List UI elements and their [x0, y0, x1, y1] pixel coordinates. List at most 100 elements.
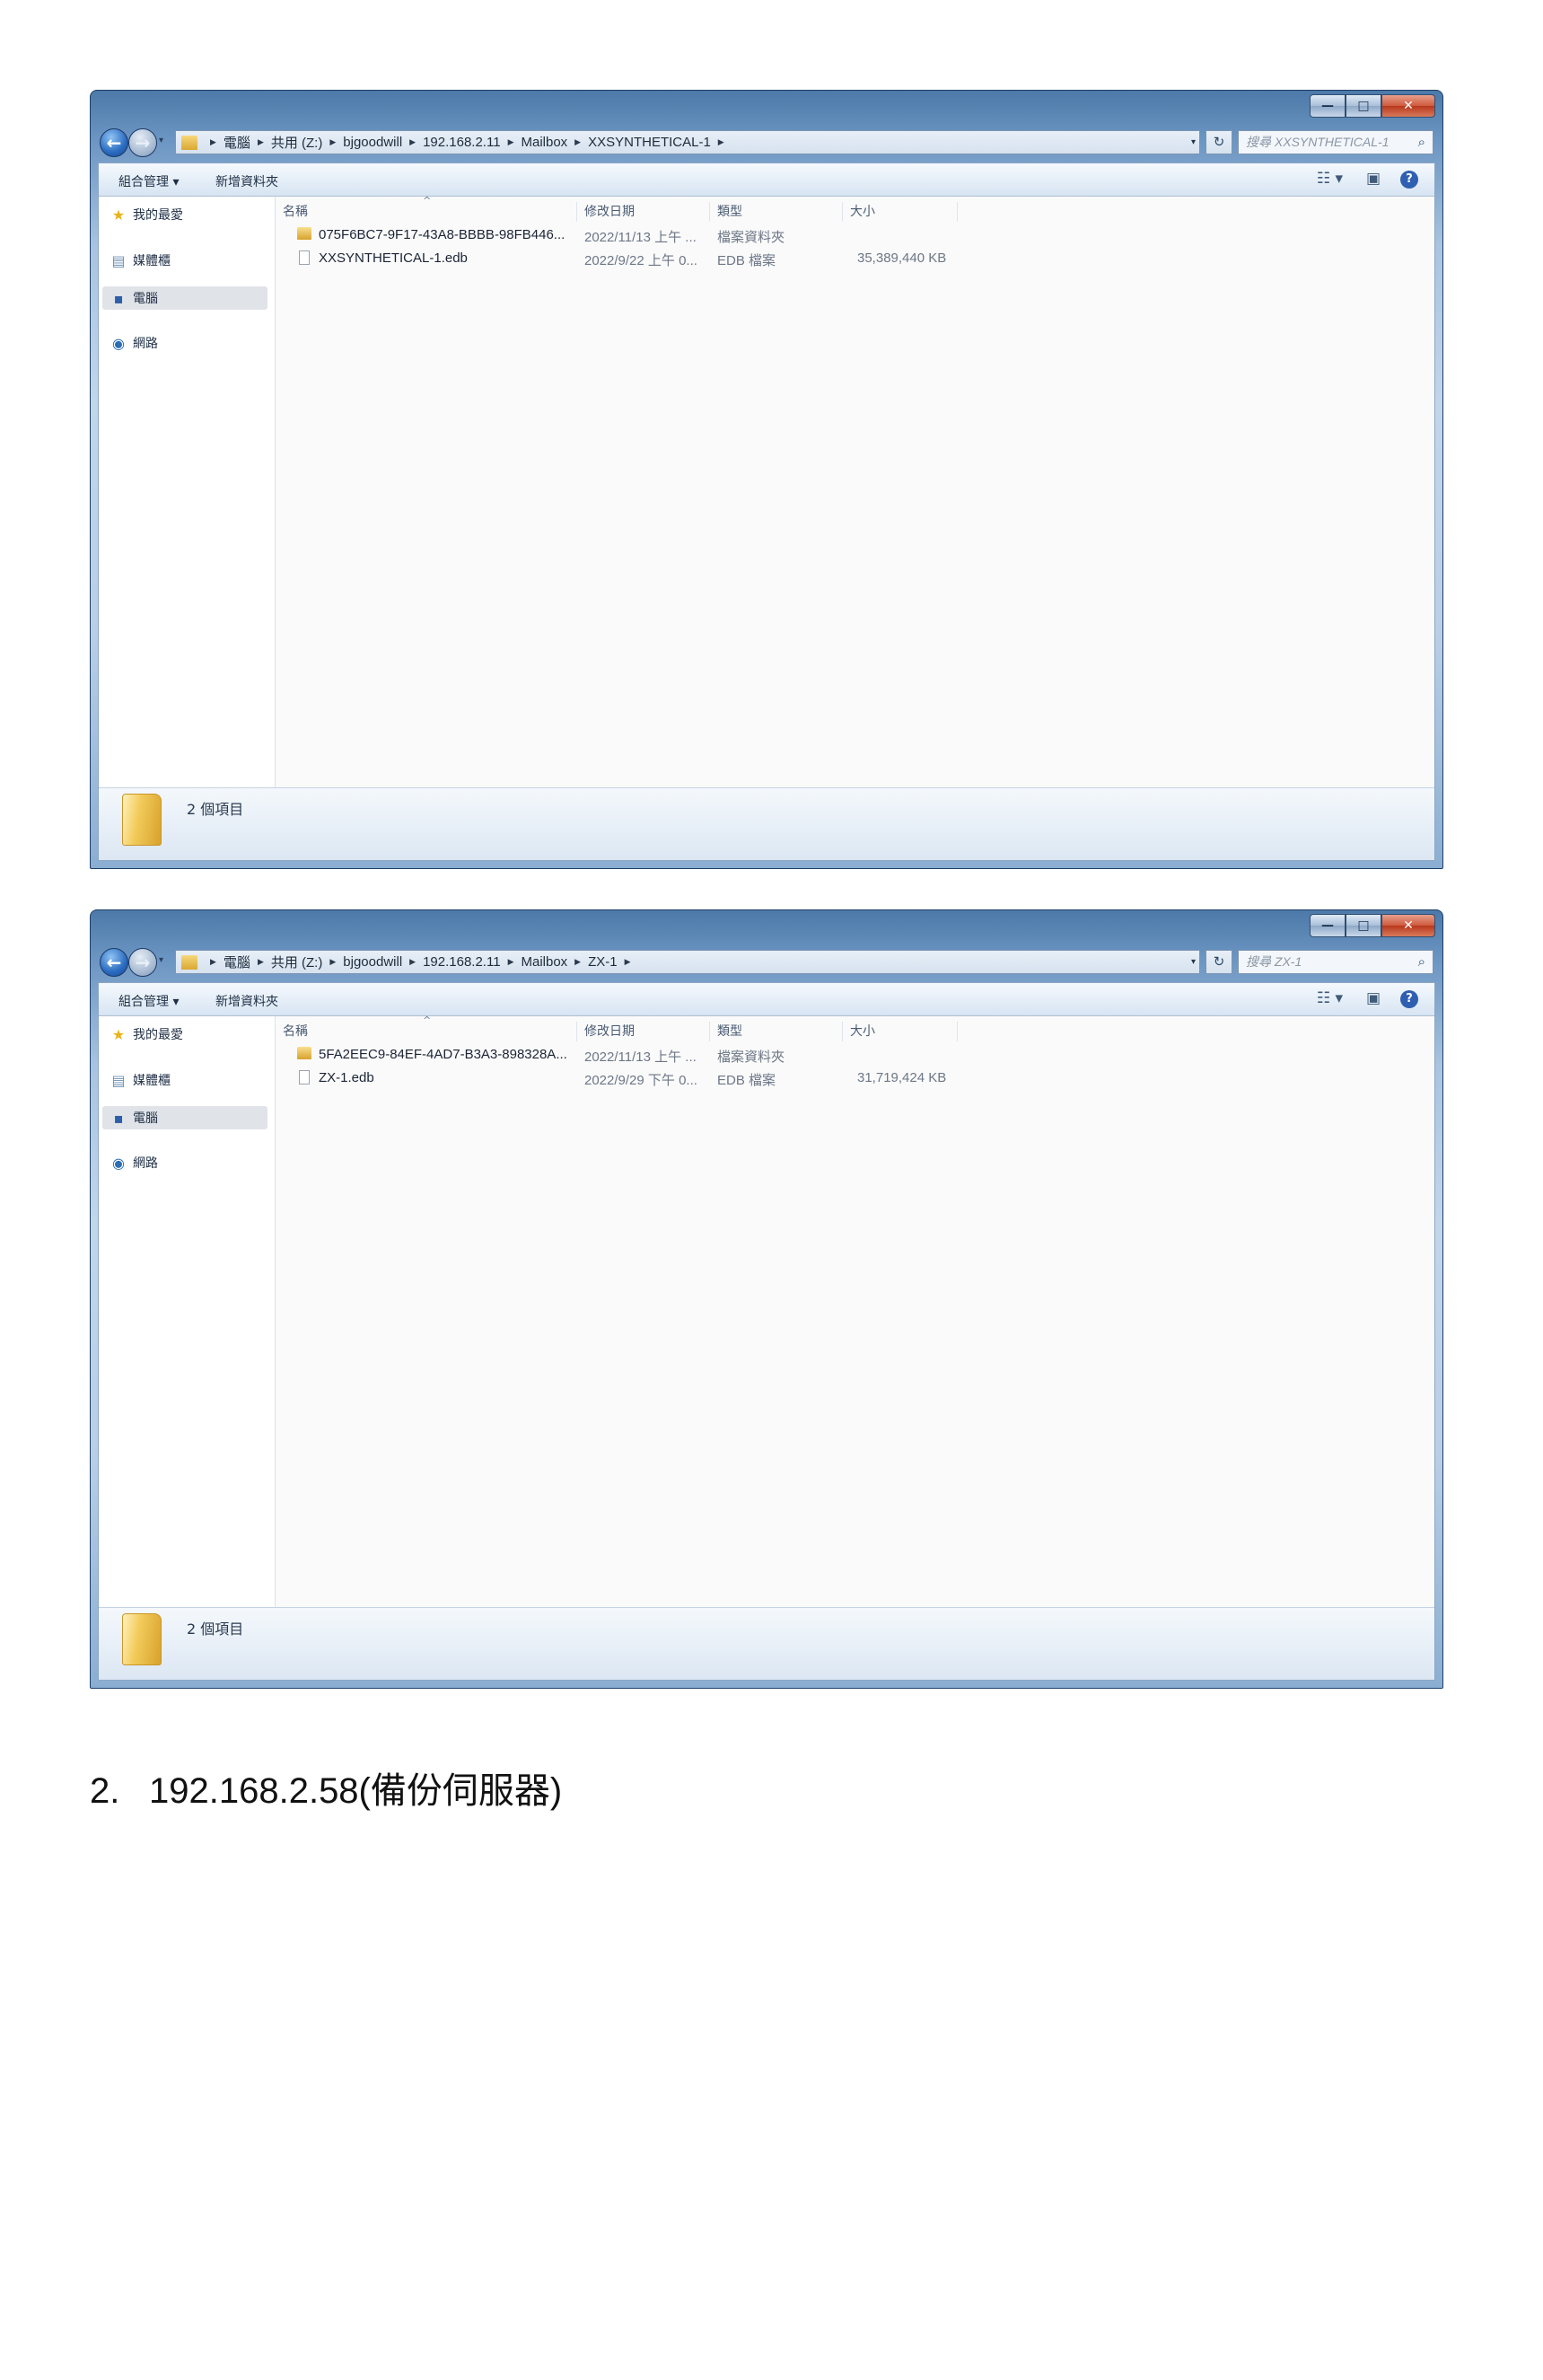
details-pane: 2 個項目 — [99, 1607, 1434, 1680]
breadcrumb-item[interactable]: 192.168.2.11 — [423, 135, 500, 150]
breadcrumb-item[interactable]: 共用 (Z:) — [271, 953, 323, 971]
file-modified: 2022/11/13 上午 ... — [584, 1049, 697, 1065]
details-pane: 2 個項目 — [99, 787, 1434, 860]
file-type: 檔案資料夾 — [717, 230, 785, 245]
folder-icon — [297, 227, 311, 240]
file-icon — [299, 1070, 310, 1085]
nav-item-label: 電腦 — [133, 292, 158, 306]
nav-item-libraries[interactable]: ▤ 媒體櫃 — [108, 1071, 171, 1089]
nav-item-label: 電腦 — [133, 1111, 158, 1126]
explorer-client-area: 組合管理 ▾ 新增資料夾 ☷ ▾ ▣ ? ★ 我的最愛 ▤ 媒體櫃 ▪ 電腦 ◉ 網路 … — [98, 982, 1435, 1681]
help-icon[interactable]: ? — [1400, 171, 1418, 189]
back-arrow-icon[interactable]: ← — [100, 128, 128, 157]
column-header-type[interactable]: 類型 — [710, 202, 843, 222]
maximize-button[interactable]: □ — [1346, 94, 1381, 118]
breadcrumb-item[interactable]: 電腦 — [224, 953, 250, 971]
item-count: 2 個項目 — [187, 1620, 244, 1638]
breadcrumb-item[interactable]: bjgoodwill — [343, 135, 402, 150]
breadcrumb-separator: ▶ — [624, 957, 631, 966]
search-icon[interactable]: ⌕ — [1418, 951, 1425, 973]
preview-pane-icon[interactable]: ▣ — [1366, 170, 1381, 188]
nav-item-computer[interactable]: ▪ 電腦 — [102, 1106, 267, 1129]
explorer-window-1: — □ ✕ ← → ▾ ▶ 電腦 ▶ 共用 (Z:) ▶ bjgoodwill … — [90, 90, 1443, 869]
folder-icon — [122, 1613, 162, 1665]
search-icon[interactable]: ⌕ — [1418, 131, 1425, 154]
nav-item-label: 網路 — [133, 337, 158, 351]
nav-item-favorites[interactable]: ★ 我的最愛 — [108, 1025, 183, 1043]
folder-icon — [181, 954, 197, 970]
minimize-button[interactable]: — — [1310, 914, 1346, 937]
help-icon[interactable]: ? — [1400, 990, 1418, 1008]
navigation-pane: ★ 我的最愛 ▤ 媒體櫃 ▪ 電腦 ◉ 網路 — [99, 1016, 276, 1608]
list-item[interactable]: ZX-1.edb 2022/9/29 下午 0... EDB 檔案 31,719… — [276, 1067, 1434, 1090]
explorer-client-area: 組合管理 ▾ 新增資料夾 ☷ ▾ ▣ ? ★ 我的最愛 ▤ 媒體櫃 ▪ 電腦 ◉ 網路 … — [98, 162, 1435, 861]
search-placeholder: 搜尋 ZX-1 — [1246, 954, 1302, 969]
nav-item-label: 媒體櫃 — [133, 254, 171, 268]
search-input[interactable]: 搜尋 ZX-1 ⌕ — [1238, 950, 1433, 974]
recent-pages-chevron-icon[interactable]: ▾ — [159, 136, 163, 145]
file-name: 5FA2EEC9-84EF-4AD7-B3A3-898328A... — [319, 1047, 567, 1062]
forward-arrow-icon[interactable]: → — [128, 128, 157, 157]
breadcrumb-item[interactable]: Mailbox — [521, 135, 567, 150]
address-dropdown-icon[interactable]: ▾ — [1191, 137, 1196, 147]
organize-button[interactable]: 組合管理 ▾ — [118, 992, 179, 1010]
nav-item-network[interactable]: ◉ 網路 — [108, 334, 158, 352]
breadcrumb-item[interactable]: Mailbox — [521, 954, 567, 970]
breadcrumb-item[interactable]: 192.168.2.11 — [423, 954, 500, 970]
breadcrumb-separator: ▶ — [257, 137, 264, 146]
list-item[interactable]: XXSYNTHETICAL-1.edb 2022/9/22 上午 0... ED… — [276, 247, 1434, 270]
refresh-icon[interactable]: ↻ — [1205, 130, 1232, 154]
column-header-type[interactable]: 類型 — [710, 1022, 843, 1041]
breadcrumb-item[interactable]: 電腦 — [224, 133, 250, 152]
nav-item-computer[interactable]: ▪ 電腦 — [102, 286, 267, 310]
item-count: 2 個項目 — [187, 801, 244, 818]
column-header-modified[interactable]: 修改日期 — [577, 202, 710, 222]
nav-item-libraries[interactable]: ▤ 媒體櫃 — [108, 251, 171, 269]
refresh-icon[interactable]: ↻ — [1205, 950, 1232, 974]
column-header-name[interactable]: 名稱 — [276, 202, 577, 222]
breadcrumb-item[interactable]: ZX-1 — [588, 954, 618, 970]
nav-item-label: 媒體櫃 — [133, 1074, 171, 1088]
minimize-button[interactable]: — — [1310, 94, 1346, 118]
address-bar[interactable]: ▶ 電腦 ▶ 共用 (Z:) ▶ bjgoodwill ▶ 192.168.2.… — [175, 950, 1200, 974]
close-button[interactable]: ✕ — [1381, 914, 1435, 937]
column-header-size[interactable]: 大小 — [843, 202, 958, 222]
close-button[interactable]: ✕ — [1381, 94, 1435, 118]
new-folder-button[interactable]: 新增資料夾 — [215, 992, 278, 1010]
window-controls: — □ ✕ — [1310, 94, 1435, 118]
list-item[interactable]: 5FA2EEC9-84EF-4AD7-B3A3-898328A... 2022/… — [276, 1043, 1434, 1067]
network-icon: ◉ — [112, 1154, 125, 1172]
breadcrumb-separator: ▶ — [409, 957, 416, 966]
command-bar: 組合管理 ▾ 新增資料夾 ☷ ▾ ▣ ? — [99, 163, 1434, 197]
view-icon[interactable]: ☷ ▾ — [1317, 170, 1343, 188]
nav-item-network[interactable]: ◉ 網路 — [108, 1154, 158, 1172]
preview-pane-icon[interactable]: ▣ — [1366, 989, 1381, 1007]
address-dropdown-icon[interactable]: ▾ — [1191, 957, 1196, 967]
view-icon[interactable]: ☷ ▾ — [1317, 989, 1343, 1007]
maximize-button[interactable]: □ — [1346, 914, 1381, 937]
address-bar[interactable]: ▶ 電腦 ▶ 共用 (Z:) ▶ bjgoodwill ▶ 192.168.2.… — [175, 130, 1200, 154]
breadcrumb-item[interactable]: 共用 (Z:) — [271, 133, 323, 152]
column-header-modified[interactable]: 修改日期 — [577, 1022, 710, 1041]
folder-icon — [122, 794, 162, 846]
column-header-name[interactable]: 名稱 — [276, 1022, 577, 1041]
new-folder-button[interactable]: 新增資料夾 — [215, 172, 278, 190]
forward-arrow-icon[interactable]: → — [128, 948, 157, 977]
back-arrow-icon[interactable]: ← — [100, 948, 128, 977]
explorer-window-2: — □ ✕ ← → ▾ ▶ 電腦 ▶ 共用 (Z:) ▶ bjgoodwill … — [90, 909, 1443, 1689]
organize-button[interactable]: 組合管理 ▾ — [118, 172, 179, 190]
breadcrumb-separator: ▶ — [210, 137, 216, 146]
library-icon: ▤ — [111, 1071, 126, 1089]
file-type: EDB 檔案 — [717, 1073, 776, 1088]
breadcrumb-item[interactable]: XXSYNTHETICAL-1 — [588, 135, 711, 150]
column-header-size[interactable]: 大小 — [843, 1022, 958, 1041]
search-input[interactable]: 搜尋 XXSYNTHETICAL-1 ⌕ — [1238, 130, 1433, 154]
breadcrumb-separator: ▶ — [574, 957, 582, 966]
nav-item-favorites[interactable]: ★ 我的最愛 — [108, 206, 183, 224]
folder-icon — [181, 135, 197, 150]
recent-pages-chevron-icon[interactable]: ▾ — [159, 955, 163, 965]
breadcrumb-separator: ▶ — [329, 957, 337, 966]
list-item[interactable]: 075F6BC7-9F17-43A8-BBBB-98FB446... 2022/… — [276, 224, 1434, 247]
breadcrumb-item[interactable]: bjgoodwill — [343, 954, 402, 970]
file-list: 075F6BC7-9F17-43A8-BBBB-98FB446... 2022/… — [276, 224, 1434, 270]
